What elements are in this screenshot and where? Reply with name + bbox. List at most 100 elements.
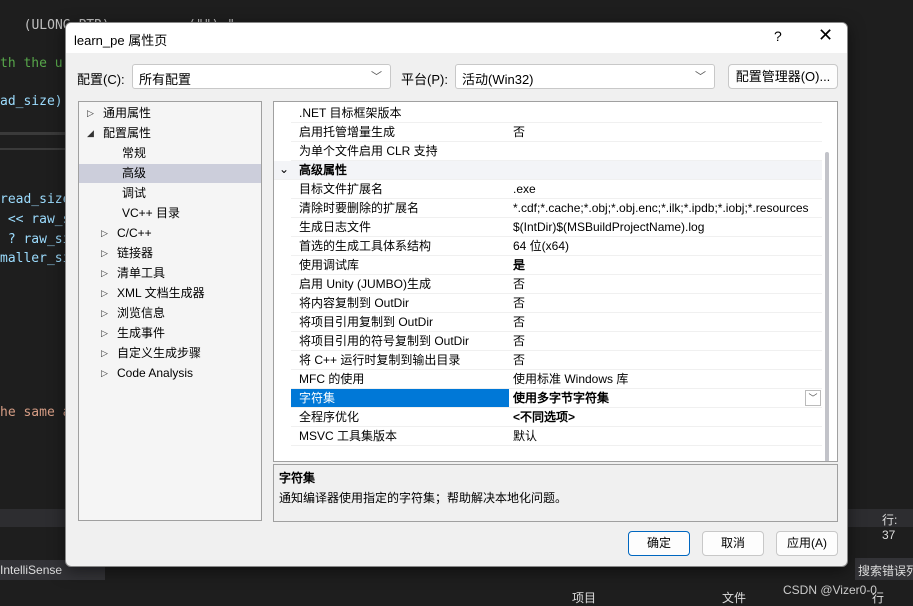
property-row[interactable]: .NET 目标框架版本 — [291, 104, 822, 123]
collapsed-arrow-icon[interactable]: ▷ — [101, 224, 108, 243]
tree-item[interactable]: ▷ C/C++ — [79, 224, 261, 243]
tree-item-label: 通用属性 — [103, 106, 152, 120]
property-value[interactable]: 使用多字节字符集 — [509, 389, 822, 407]
property-row[interactable]: MSVC 工具集版本 默认 — [291, 427, 822, 446]
code-line: th the u — [0, 56, 63, 71]
property-row[interactable]: 清除时要删除的扩展名 *.cdf;*.cache;*.obj;*.obj.enc;… — [291, 199, 822, 218]
property-row[interactable]: 目标文件扩展名 .exe — [291, 180, 822, 199]
category-tree: ▷ 通用属性 ◢ 配置属性常规 高级 调试 VC++ 目录 ▷ C/C++ ▷ 链接器 ▷ 清单工具 ▷ X… — [78, 101, 262, 521]
apply-button[interactable]: 应用(A) — [776, 531, 838, 556]
description-text: 通知编译器使用指定的字符集；帮助解决本地化问题。 — [279, 491, 568, 505]
property-category[interactable]: ⌄ 高级属性 — [274, 161, 822, 180]
property-value[interactable] — [509, 104, 822, 122]
property-value[interactable]: 是 — [509, 256, 822, 274]
property-row[interactable]: 生成日志文件 $(IntDir)$(MSBuildProjectName).log — [291, 218, 822, 237]
column-project[interactable]: 项目 — [572, 589, 596, 606]
intellisense-filter[interactable]: IntelliSense — [0, 563, 62, 577]
close-icon[interactable]: ✕ — [818, 25, 833, 46]
category-label: 高级属性 — [299, 163, 348, 177]
property-name: 首选的生成工具体系结构 — [299, 239, 432, 253]
config-select[interactable]: 所有配置 ﹀ — [132, 64, 391, 89]
dropdown-chevron-icon[interactable]: ﹀ — [805, 390, 821, 406]
tree-item-label: 浏览信息 — [117, 306, 166, 320]
tree-item[interactable]: ▷ XML 文档生成器 — [79, 284, 261, 303]
expanded-arrow-icon[interactable]: ◢ — [87, 124, 94, 143]
config-manager-button[interactable]: 配置管理器(O)... — [728, 64, 838, 89]
code-line: ad_size) — [0, 94, 63, 109]
collapsed-arrow-icon[interactable]: ▷ — [101, 244, 108, 263]
collapsed-arrow-icon[interactable]: ▷ — [101, 344, 108, 363]
property-row[interactable]: MFC 的使用 使用标准 Windows 库 — [291, 370, 822, 389]
collapsed-arrow-icon[interactable]: ▷ — [101, 284, 108, 303]
property-name: MFC 的使用 — [299, 372, 365, 386]
platform-value: 活动(Win32) — [462, 72, 534, 87]
tree-item[interactable]: ▷ 清单工具 — [79, 264, 261, 283]
property-value[interactable]: .exe — [509, 180, 822, 198]
property-grid: .NET 目标框架版本 启用托管增量生成否为单个文件启用 CLR 支持 ⌄ 高级属性目… — [273, 101, 838, 462]
tree-item[interactable]: 高级 — [79, 164, 261, 183]
collapsed-arrow-icon[interactable]: ▷ — [101, 304, 108, 323]
tree-item[interactable]: VC++ 目录 — [79, 204, 261, 223]
property-row[interactable]: 首选的生成工具体系结构 64 位(x64) — [291, 237, 822, 256]
property-value[interactable]: <不同选项> — [509, 408, 822, 426]
property-value[interactable]: 否 — [509, 123, 822, 141]
collapsed-arrow-icon[interactable]: ▷ — [87, 104, 94, 123]
property-name: 字符集 — [291, 389, 509, 407]
tree-item-label: 配置属性 — [103, 126, 152, 140]
property-name: 为单个文件启用 CLR 支持 — [299, 144, 438, 158]
tree-item[interactable]: ▷ 链接器 — [79, 244, 261, 263]
dialog-title: learn_pe 属性页 — [74, 33, 168, 48]
property-row[interactable]: 将项目引用的符号复制到 OutDir 否 — [291, 332, 822, 351]
tree-item[interactable]: 调试 — [79, 184, 261, 203]
scrollbar[interactable] — [825, 152, 829, 461]
property-value[interactable]: $(IntDir)$(MSBuildProjectName).log — [509, 218, 822, 236]
collapsed-arrow-icon[interactable]: ▷ — [101, 264, 108, 283]
property-row[interactable]: 使用调试库 是 — [291, 256, 822, 275]
chevron-down-icon: ﹀ — [695, 71, 706, 83]
collapsed-arrow-icon[interactable]: ▷ — [101, 324, 108, 343]
cancel-button[interactable]: 取消 — [702, 531, 764, 556]
property-name: 将项目引用的符号复制到 OutDir — [299, 334, 470, 348]
ok-button[interactable]: 确定 — [628, 531, 690, 556]
property-row[interactable]: 为单个文件启用 CLR 支持 — [291, 142, 822, 161]
property-value[interactable]: *.cdf;*.cache;*.obj;*.obj.enc;*.ilk;*.ip… — [509, 199, 822, 217]
property-name: 清除时要删除的扩展名 — [299, 201, 420, 215]
property-row[interactable]: 启用 Unity (JUMBO)生成 否 — [291, 275, 822, 294]
property-value[interactable]: 使用标准 Windows 库 — [509, 370, 822, 388]
platform-select[interactable]: 活动(Win32) ﹀ — [455, 64, 715, 89]
property-value[interactable]: 否 — [509, 351, 822, 369]
tree-item[interactable]: ▷ 浏览信息 — [79, 304, 261, 323]
property-pages-dialog: learn_pe 属性页 ? ✕ 配置(C): 所有配置 ﹀ 平台(P): 活动(… — [65, 22, 848, 567]
tree-item[interactable]: ▷ 通用属性 — [79, 104, 261, 123]
tree-item[interactable]: 常规 — [79, 144, 261, 163]
property-value[interactable]: 否 — [509, 275, 822, 293]
property-value[interactable]: 64 位(x64) — [509, 237, 822, 255]
search-errors-input[interactable]: 搜索错误列 — [858, 562, 913, 579]
property-name: 使用调试库 — [299, 258, 360, 272]
property-value[interactable]: 否 — [509, 294, 822, 312]
tree-item-label: 自定义生成步骤 — [117, 346, 202, 360]
tree-item-label: 生成事件 — [117, 326, 166, 340]
tree-item[interactable]: ▷ Code Analysis — [79, 364, 261, 383]
platform-label: 平台(P): — [401, 72, 448, 87]
property-row[interactable]: 字符集 使用多字节字符集 ﹀ — [291, 389, 822, 408]
property-row[interactable]: 启用托管增量生成 否 — [291, 123, 822, 142]
tree-item[interactable]: ▷ 自定义生成步骤 — [79, 344, 261, 363]
property-value[interactable] — [509, 142, 822, 160]
watermark: CSDN @Vizer0-0 — [783, 583, 877, 597]
help-button[interactable]: ? — [774, 28, 782, 44]
code-line: << raw_s — [0, 212, 71, 227]
column-file[interactable]: 文件 — [722, 589, 746, 606]
property-row[interactable]: 将 C++ 运行时复制到输出目录 否 — [291, 351, 822, 370]
property-row[interactable]: 将内容复制到 OutDir 否 — [291, 294, 822, 313]
tree-item[interactable]: ▷ 生成事件 — [79, 324, 261, 343]
tree-item[interactable]: ◢ 配置属性 — [79, 124, 261, 143]
property-name: 目标文件扩展名 — [299, 182, 384, 196]
property-value[interactable]: 默认 — [509, 427, 822, 445]
property-value[interactable]: 否 — [509, 332, 822, 350]
collapsed-arrow-icon[interactable]: ▷ — [101, 364, 108, 383]
chevron-down-icon[interactable]: ⌄ — [279, 162, 289, 176]
property-value[interactable]: 否 — [509, 313, 822, 331]
property-row[interactable]: 将项目引用复制到 OutDir 否 — [291, 313, 822, 332]
property-row[interactable]: 全程序优化 <不同选项> — [291, 408, 822, 427]
